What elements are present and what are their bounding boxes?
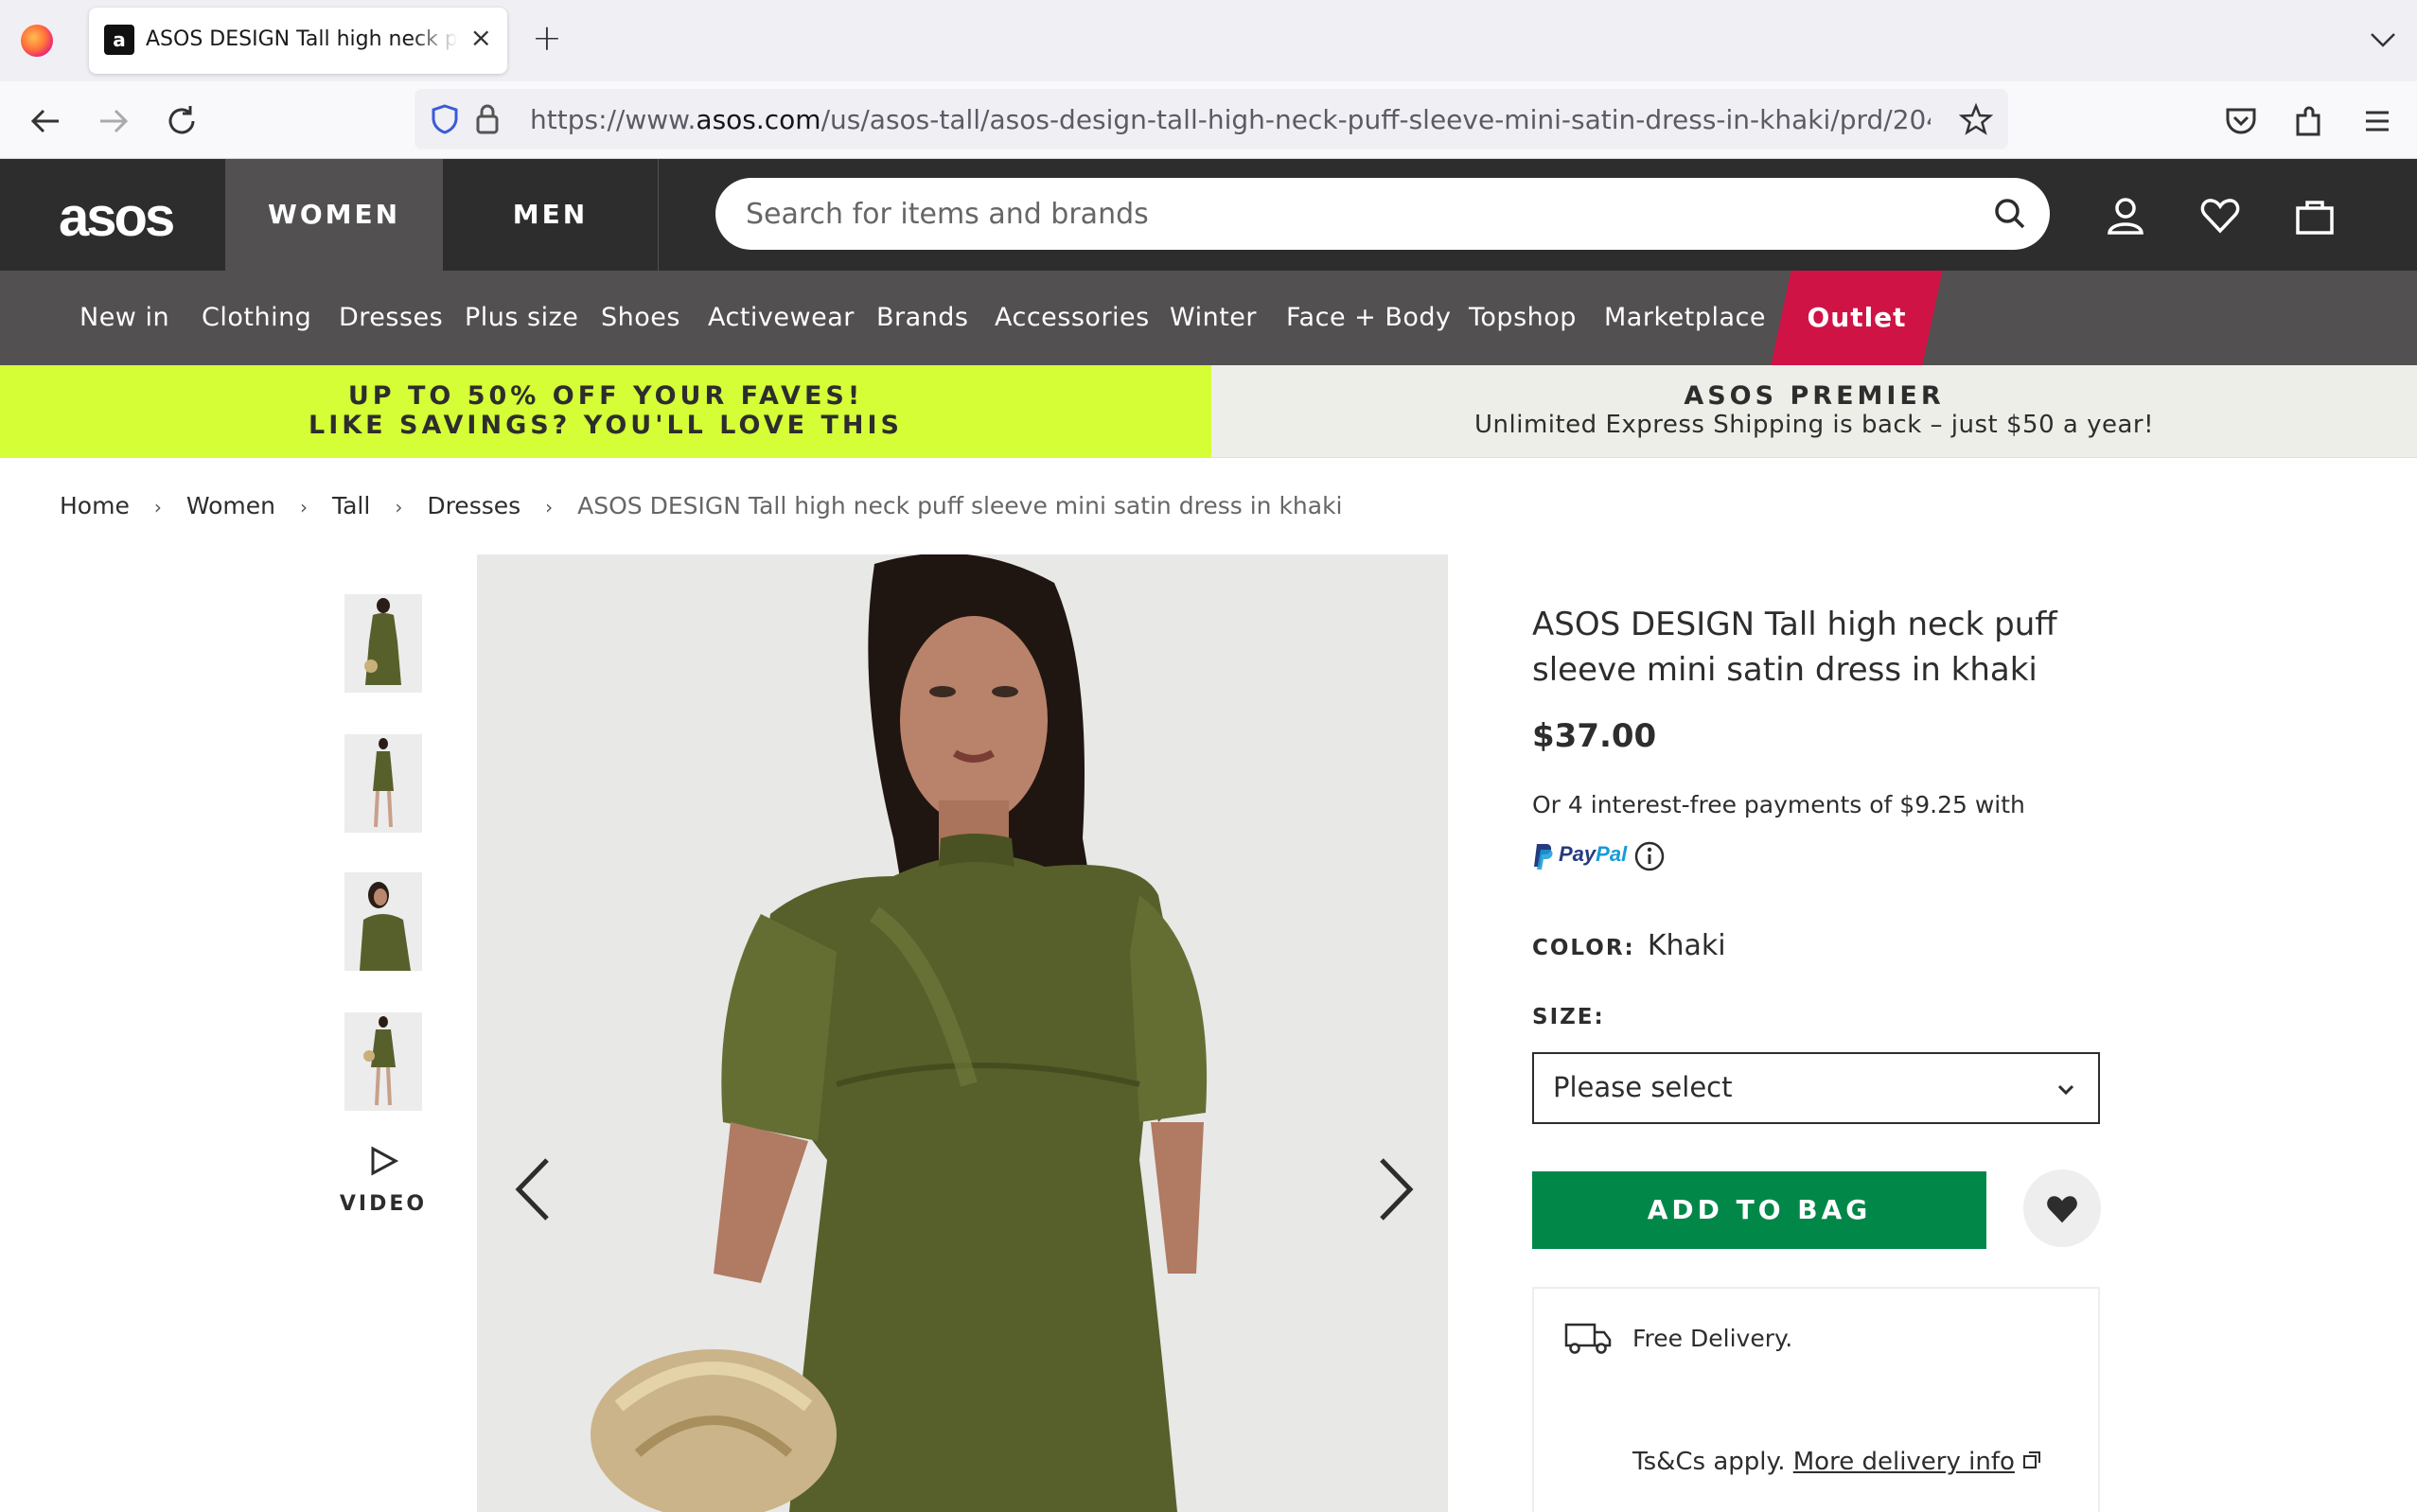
reload-icon[interactable] (161, 100, 203, 142)
product-thumbnail[interactable] (344, 734, 422, 833)
premier-title: ASOS PREMIER (1684, 381, 1945, 411)
search-input[interactable] (746, 191, 1938, 237)
bookmark-star-icon[interactable] (1959, 102, 1993, 136)
url-bar[interactable]: https://www.asos.com/us/asos-tall/asos-d… (415, 89, 2008, 149)
category-nav: New in Clothing Dresses Plus size Shoes … (0, 271, 2417, 365)
browser-tab-bar: a ASOS DESIGN Tall high neck puff sleeve… (0, 0, 2417, 81)
color-value: Khaki (1647, 929, 1726, 962)
delivery-truck-icon (1564, 1323, 1612, 1354)
product-thumbnail[interactable] (344, 872, 422, 971)
free-delivery-text: Free Delivery. (1632, 1325, 1793, 1352)
product-thumbnail[interactable] (344, 594, 422, 693)
add-to-bag-button[interactable]: ADD TO BAG (1532, 1171, 1986, 1249)
nav-new-in[interactable]: New in (79, 271, 169, 365)
new-tab-icon[interactable]: + (532, 19, 562, 57)
video-label: VIDEO (339, 1192, 428, 1216)
breadcrumb: Home › Women › Tall › Dresses › ASOS DESIGN Tall… (60, 492, 1343, 519)
tab-title: ASOS DESIGN Tall high neck puff sleeve m… (146, 27, 458, 51)
breadcrumb-separator: › (299, 496, 308, 519)
breadcrumb-separator: › (153, 496, 162, 519)
thumbnail-image (344, 872, 422, 971)
thumbnail-image (344, 594, 422, 693)
external-link-icon (2023, 1451, 2041, 1468)
product-price: $37.00 (1532, 717, 1657, 755)
nav-marketplace[interactable]: Marketplace (1604, 271, 1766, 365)
site-header: asos WOMEN MEN (0, 159, 2417, 271)
breadcrumb-tall[interactable]: Tall (332, 492, 370, 519)
saved-items-heart-icon[interactable] (2199, 195, 2241, 237)
product-title: ASOS DESIGN Tall high neck puff sleeve m… (1532, 606, 2057, 689)
installments-text: Or 4 interest-free payments of $9.25 wit… (1532, 791, 2025, 818)
size-select-value: Please select (1553, 1071, 1733, 1103)
sale-promo-banner[interactable]: UP TO 50% OFF YOUR FAVES! LIKE SAVINGS? … (0, 365, 1211, 458)
close-tab-icon[interactable]: × (470, 25, 492, 51)
color-row: COLOR: Khaki (1532, 929, 1726, 962)
breadcrumb-home[interactable]: Home (60, 492, 130, 519)
breadcrumb-women[interactable]: Women (186, 492, 275, 519)
breadcrumb-separator: › (395, 496, 403, 519)
forward-arrow-icon[interactable] (93, 100, 134, 142)
nav-outlet[interactable]: Outlet (1771, 271, 1943, 365)
previous-image-arrow-icon[interactable] (511, 1156, 556, 1222)
women-tab[interactable]: WOMEN (225, 159, 443, 271)
save-for-later-button[interactable] (2023, 1169, 2101, 1247)
nav-outlet-label: Outlet (1807, 302, 1907, 333)
men-tab[interactable]: MEN (443, 159, 659, 271)
account-icon[interactable] (2105, 195, 2146, 237)
nav-dresses[interactable]: Dresses (339, 271, 443, 365)
extensions-icon[interactable] (2288, 100, 2330, 142)
thumbnail-image (344, 1012, 422, 1111)
nav-plus-size[interactable]: Plus size (465, 271, 578, 365)
bag-icon[interactable] (2294, 195, 2336, 237)
nav-winter[interactable]: Winter (1170, 271, 1257, 365)
play-icon (371, 1146, 399, 1176)
browser-nav-bar: https://www.asos.com/us/asos-tall/asos-d… (0, 81, 2417, 159)
tracking-shield-icon[interactable] (428, 102, 462, 136)
nav-shoes[interactable]: Shoes (601, 271, 680, 365)
promo-line-1: UP TO 50% OFF YOUR FAVES! (347, 381, 864, 411)
url-text: https://www.asos.com/us/asos-tall/asos-d… (530, 104, 1931, 135)
nav-activewear[interactable]: Activewear (708, 271, 855, 365)
premier-promo-banner[interactable]: ASOS PREMIER Unlimited Express Shipping … (1211, 365, 2417, 458)
size-select[interactable]: Please select (1532, 1052, 2100, 1124)
more-delivery-info-link[interactable]: More delivery info (1793, 1448, 2015, 1476)
premier-text: Unlimited Express Shipping is back – jus… (1473, 411, 2154, 439)
delivery-info-box: Free Delivery. Ts&Cs apply. More deliver… (1532, 1287, 2100, 1512)
asos-favicon-icon: a (104, 25, 134, 55)
info-icon[interactable] (1633, 840, 1666, 872)
delivery-terms: Ts&Cs apply. More delivery info (1632, 1448, 2041, 1476)
heart-icon (2047, 1196, 2077, 1223)
breadcrumb-dresses[interactable]: Dresses (427, 492, 520, 519)
nav-topshop[interactable]: Topshop (1469, 271, 1577, 365)
lock-icon[interactable] (473, 102, 502, 136)
paypal-wordmark: PayPal (1559, 842, 1628, 866)
model-photo (477, 554, 1448, 1512)
next-image-arrow-icon[interactable] (1372, 1156, 1418, 1222)
thumbnail-image (344, 734, 422, 833)
search-bar (715, 178, 2050, 250)
menu-hamburger-icon[interactable] (2356, 100, 2398, 142)
chevron-down-icon (2057, 1084, 2074, 1096)
search-icon[interactable] (1991, 195, 2029, 233)
video-button[interactable]: VIDEO (336, 1145, 431, 1216)
nav-accessories[interactable]: Accessories (995, 271, 1150, 365)
paypal-icon (1534, 844, 1553, 870)
promo-line-2: LIKE SAVINGS? YOU'LL LOVE THIS (309, 411, 903, 440)
terms-text: Ts&Cs apply. (1632, 1448, 1786, 1476)
breadcrumb-current: ASOS DESIGN Tall high neck puff sleeve m… (577, 492, 1343, 519)
nav-face-body[interactable]: Face + Body (1286, 271, 1452, 365)
nav-brands[interactable]: Brands (876, 271, 969, 365)
product-main-image[interactable] (477, 554, 1448, 1512)
product-thumbnail[interactable] (344, 1012, 422, 1111)
pocket-icon[interactable] (2220, 100, 2262, 142)
firefox-icon[interactable] (21, 25, 53, 57)
color-label: COLOR: (1532, 936, 1635, 960)
back-arrow-icon[interactable] (25, 100, 66, 142)
asos-logo[interactable]: asos (59, 185, 175, 249)
browser-tab[interactable]: a ASOS DESIGN Tall high neck puff sleeve… (89, 8, 507, 74)
breadcrumb-separator: › (545, 496, 554, 519)
tab-list-chevron-icon[interactable] (2366, 23, 2400, 57)
nav-clothing[interactable]: Clothing (202, 271, 311, 365)
size-label: SIZE: (1532, 1005, 1605, 1029)
